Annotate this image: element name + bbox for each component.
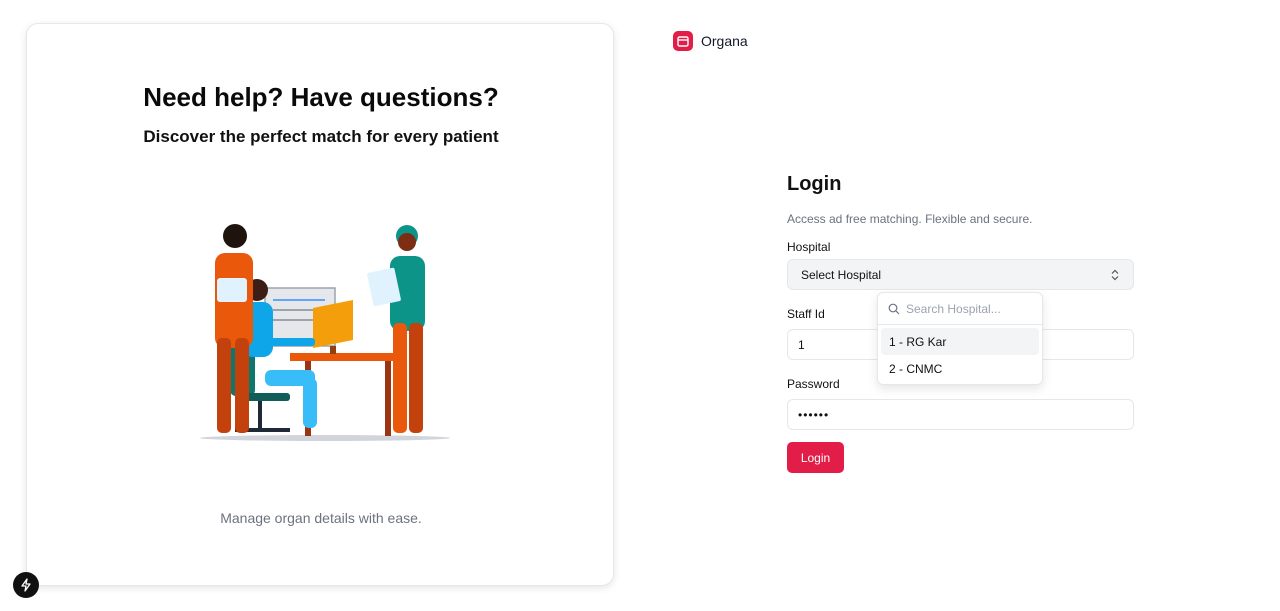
password-label: Password (787, 377, 840, 391)
password-input[interactable] (787, 399, 1134, 430)
window-icon (673, 31, 693, 51)
hero-title: Need help? Have questions? (143, 82, 499, 112)
brand[interactable]: Organa (673, 31, 748, 51)
login-subtitle: Access ad free matching. Flexible and se… (787, 212, 1033, 226)
hospital-search-input[interactable] (906, 301, 1026, 316)
hospital-label: Hospital (787, 240, 831, 254)
dropdown-search (878, 293, 1042, 325)
staff-id-label: Staff Id (787, 307, 825, 321)
card-footer-text: Manage organ details with ease. (220, 510, 422, 526)
info-card: Need help? Have questions? Discover the … (26, 23, 614, 586)
hospital-option[interactable]: 2 - CNMC (881, 355, 1039, 382)
hospital-dropdown: 1 - RG Kar 2 - CNMC (877, 292, 1043, 385)
login-button[interactable]: Login (787, 442, 844, 473)
hero-subtitle: Discover the perfect match for every pat… (143, 127, 499, 146)
hospital-select-value: Select Hospital (801, 267, 882, 282)
login-title: Login (787, 173, 842, 195)
chevrons-up-down-icon (1111, 269, 1119, 280)
brand-name: Organa (701, 33, 748, 49)
search-icon (888, 303, 900, 314)
lightning-icon[interactable] (13, 572, 39, 598)
hospital-option[interactable]: 1 - RG Kar (881, 328, 1039, 355)
medical-staff-illustration (200, 224, 450, 441)
hospital-select[interactable]: Select Hospital (787, 259, 1134, 290)
dropdown-options: 1 - RG Kar 2 - CNMC (878, 325, 1042, 385)
